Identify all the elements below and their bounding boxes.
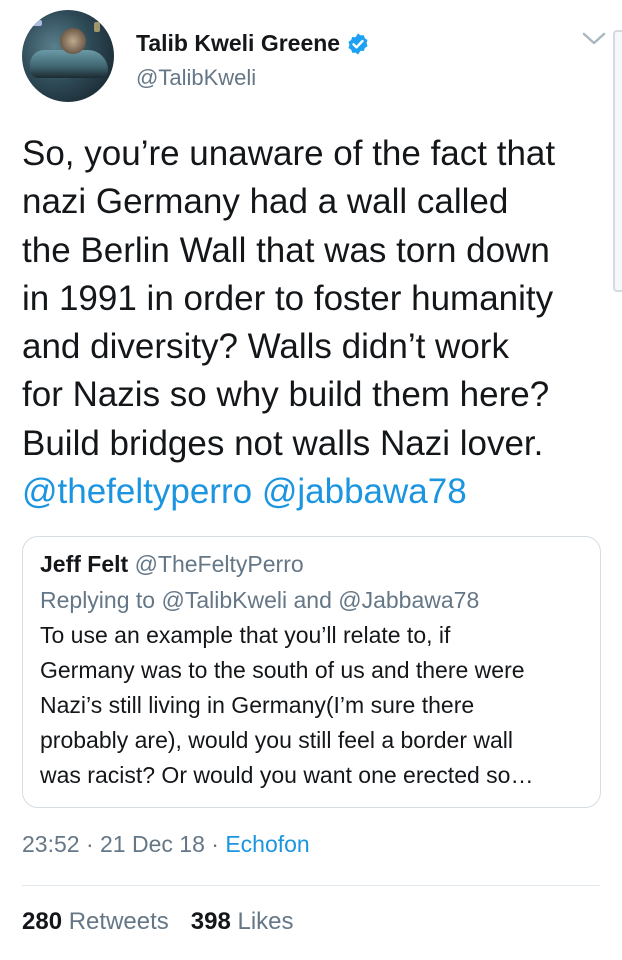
mention-link[interactable]: @jabbawa78	[262, 472, 467, 511]
tweet-text-line: the Berlin Wall that was torn down	[22, 230, 550, 270]
tweet-text-line: for Nazis so why build them here?	[22, 375, 550, 415]
tweet-text-line: in 1991 in order to foster humanity	[22, 278, 554, 318]
avatar[interactable]	[22, 10, 114, 102]
verified-badge-icon	[348, 33, 368, 54]
likes-label: Likes	[237, 908, 294, 935]
likes-count: 398	[190, 908, 231, 935]
quoted-tweet[interactable]: Jeff Felt @TheFeltyPerro Replying to @Ta…	[22, 536, 601, 808]
avatar-detail	[30, 50, 108, 78]
chevron-down-icon[interactable]	[581, 30, 607, 48]
replying-handle: @TalibKweli	[161, 587, 288, 613]
tweet-stats: 280 Retweets 398 Likes	[22, 908, 316, 936]
quoted-author-handle: @TheFeltyPerro	[134, 551, 304, 577]
quoted-author-name: Jeff Felt	[40, 551, 129, 577]
tweet-header: Talib Kweli Greene @TalibKweli	[22, 10, 607, 106]
author-display-name[interactable]: Talib Kweli Greene	[136, 30, 340, 57]
mention-link[interactable]: @thefeltyperro	[22, 472, 252, 511]
tweet-date[interactable]: 21 Dec 18	[100, 831, 205, 857]
tweet-mentions-line: @thefeltyperro @jabbawa78	[22, 468, 612, 516]
retweets-stat[interactable]: 280 Retweets	[22, 908, 169, 936]
author-handle[interactable]: @TalibKweli	[136, 65, 256, 91]
likes-stat[interactable]: 398 Likes	[191, 908, 294, 936]
quoted-text-line: was racist? Or would you want one erecte…	[40, 762, 534, 788]
avatar-detail	[60, 28, 86, 54]
avatar-detail	[32, 20, 42, 26]
quoted-text-line: Nazi’s still living in Germany(I’m sure …	[40, 692, 475, 718]
replying-and: and	[293, 587, 332, 613]
tweet-source-link[interactable]: Echofon	[225, 831, 309, 857]
tweet-time[interactable]: 23:52	[22, 831, 80, 857]
quoted-text-line: probably are), would you still feel a bo…	[40, 727, 514, 753]
tweet-text-line: So, you’re unaware of the fact that	[22, 134, 556, 173]
avatar-detail	[94, 22, 100, 32]
quoted-replying-to: Replying to @TalibKweli and @Jabbawa78	[40, 583, 583, 617]
divider	[22, 885, 600, 886]
tweet-meta: 23:52 · 21 Dec 18 · Echofon	[22, 831, 310, 858]
quoted-text-line: To use an example that you’ll relate to,…	[40, 622, 451, 648]
quoted-tweet-text: To use an example that you’ll relate to,…	[40, 618, 583, 793]
author-name-row[interactable]: Talib Kweli Greene	[136, 30, 370, 57]
meta-separator: ·	[85, 831, 94, 857]
quoted-text-line: Germany was to the south of us and there…	[40, 657, 525, 683]
tweet-body: So, you’re unaware of the fact that nazi…	[22, 130, 612, 516]
tweet-text-line: Build bridges not walls Nazi lover.	[22, 423, 544, 463]
replying-handle: @Jabbawa78	[338, 587, 480, 613]
quoted-author-row: Jeff Felt @TheFeltyPerro	[40, 549, 583, 579]
tweet-text-line: and diversity? Walls didn’t work	[22, 327, 509, 367]
tweet-text-line: nazi Germany had a wall called	[22, 182, 509, 222]
retweets-label: Retweets	[68, 908, 169, 935]
retweets-count: 280	[22, 908, 63, 935]
scrollbar[interactable]	[613, 30, 622, 292]
replying-prefix: Replying to	[40, 587, 156, 613]
meta-separator: ·	[211, 831, 219, 857]
